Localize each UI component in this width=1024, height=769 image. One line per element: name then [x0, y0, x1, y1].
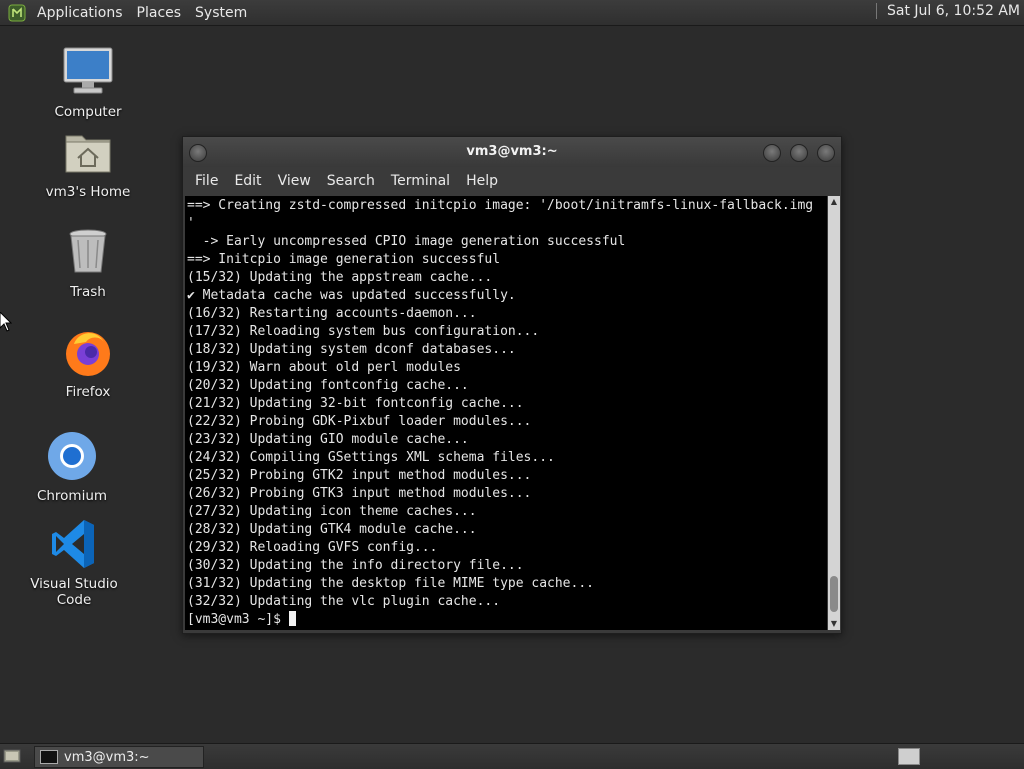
trash-icon	[60, 224, 116, 280]
minimize-button[interactable]	[763, 144, 781, 162]
places-menu[interactable]: Places	[130, 5, 189, 21]
taskbar-item-label: vm3@vm3:~	[64, 749, 150, 765]
desktop-icon-chromium[interactable]: Chromium	[17, 428, 127, 504]
desktop-icon-trash[interactable]: Trash	[33, 224, 143, 300]
home-folder-icon	[60, 124, 116, 180]
terminal-titlebar[interactable]: vm3@vm3:~	[183, 137, 841, 167]
applications-menu[interactable]: Applications	[30, 5, 130, 21]
terminal-output-area[interactable]: ==> Creating zstd-compressed initcpio im…	[185, 196, 827, 630]
menu-help[interactable]: Help	[458, 173, 506, 189]
desktop-icon-label: vm3's Home	[45, 184, 131, 200]
scroll-up-arrow-icon[interactable]: ▲	[828, 196, 840, 208]
panel-separator	[875, 3, 877, 19]
desktop-icon-label: Visual Studio Code	[30, 576, 118, 608]
menu-edit[interactable]: Edit	[226, 173, 269, 189]
menu-view[interactable]: View	[270, 173, 319, 189]
menu-terminal[interactable]: Terminal	[383, 173, 458, 189]
desktop-icon-label: Trash	[70, 284, 106, 300]
close-button[interactable]	[817, 144, 835, 162]
desktop-icon-label: Firefox	[65, 384, 111, 400]
desktop-icon-label: Chromium	[36, 488, 108, 504]
terminal-prompt-line[interactable]: [vm3@vm3 ~]$	[185, 611, 827, 629]
shell-prompt: [vm3@vm3 ~]$	[187, 612, 289, 627]
workspace-switcher[interactable]	[898, 748, 920, 765]
system-menu[interactable]: System	[188, 5, 254, 21]
taskbar-item-terminal[interactable]: vm3@vm3:~	[34, 746, 204, 768]
computer-icon	[60, 44, 116, 100]
terminal-window[interactable]: vm3@vm3:~ File Edit View Search Terminal…	[182, 136, 842, 634]
terminal-small-icon	[40, 750, 58, 764]
desktop-icon-home[interactable]: vm3's Home	[33, 124, 143, 200]
menu-search[interactable]: Search	[319, 173, 383, 189]
desktop-icon-label: Computer	[54, 104, 122, 120]
mate-logo-icon[interactable]	[8, 4, 26, 22]
window-menu-button[interactable]	[189, 144, 207, 162]
maximize-button[interactable]	[790, 144, 808, 162]
top-panel: Applications Places System Sat Jul 6, 10…	[0, 0, 1024, 26]
bottom-panel: vm3@vm3:~	[0, 743, 1024, 769]
menu-file[interactable]: File	[187, 173, 226, 189]
desktop-icon-computer[interactable]: Computer	[33, 44, 143, 120]
firefox-icon	[60, 324, 116, 380]
clock[interactable]: Sat Jul 6, 10:52 AM	[887, 3, 1020, 19]
terminal-scrollbar[interactable]: ▲ ▼	[828, 196, 840, 630]
terminal-output: ==> Creating zstd-compressed initcpio im…	[187, 198, 814, 609]
show-desktop-icon[interactable]	[3, 748, 21, 764]
scroll-down-arrow-icon[interactable]: ▼	[828, 618, 840, 630]
scrollbar-thumb[interactable]	[830, 576, 838, 612]
chromium-icon	[44, 428, 100, 484]
text-cursor	[288, 611, 296, 626]
terminal-menubar: File Edit View Search Terminal Help	[183, 167, 841, 195]
window-title: vm3@vm3:~	[466, 144, 558, 159]
desktop-icon-firefox[interactable]: Firefox	[33, 324, 143, 400]
vscode-icon	[46, 516, 102, 572]
desktop-icon-vscode[interactable]: Visual Studio Code	[19, 516, 129, 608]
mouse-pointer-icon	[0, 312, 12, 332]
